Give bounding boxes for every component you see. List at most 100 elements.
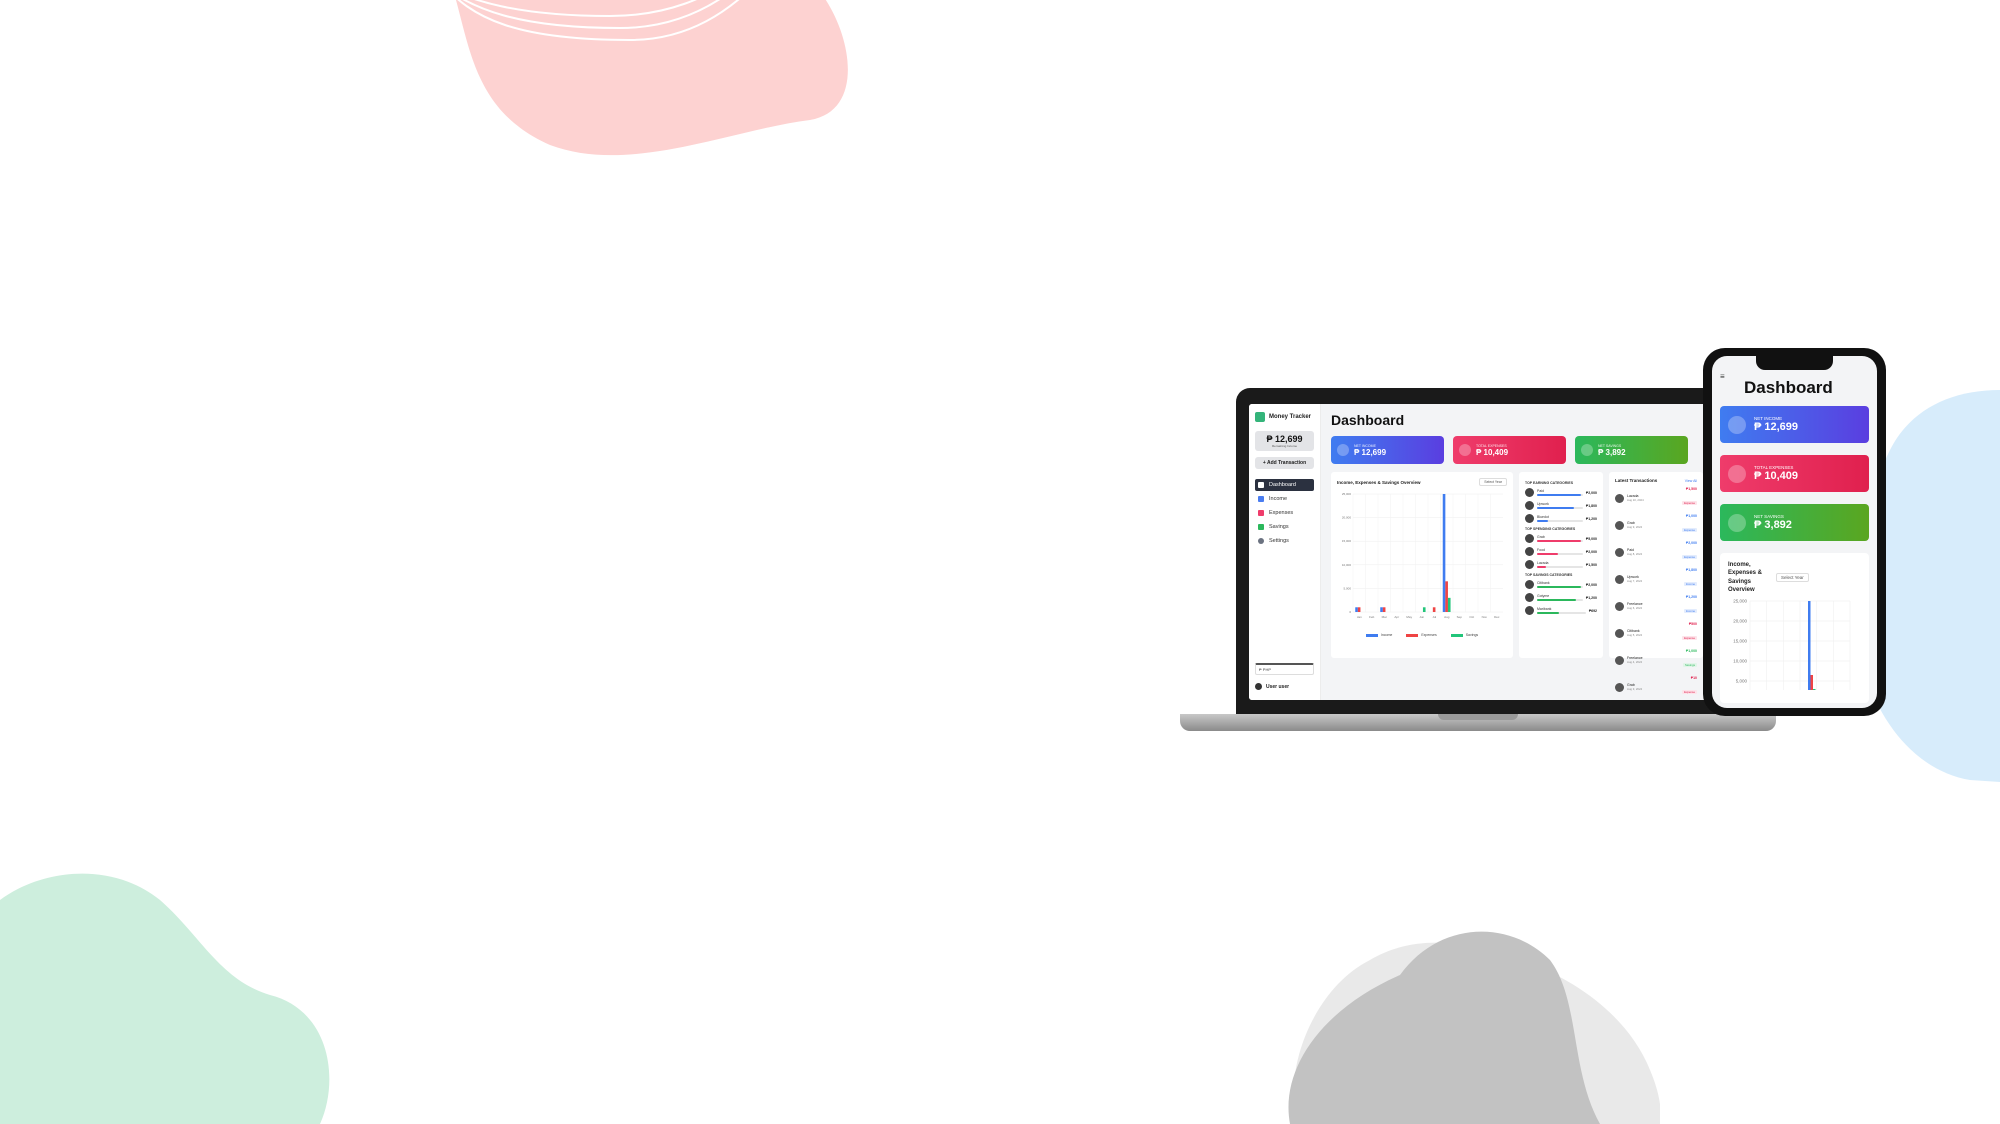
app-brand[interactable]: Money Tracker bbox=[1255, 412, 1314, 422]
category-name: Lazada bbox=[1537, 561, 1549, 565]
transaction-row[interactable]: Grab Aug 9, 2024 ₱1,000 Expense bbox=[1615, 514, 1697, 536]
transaction-row[interactable]: Freelance Aug 4, 2024 ₱1,000 Savings bbox=[1615, 649, 1697, 671]
category-body: Grab bbox=[1537, 535, 1583, 542]
category-name: Food bbox=[1537, 548, 1545, 552]
category-row[interactable]: Upwork ₱1,800 bbox=[1525, 501, 1597, 510]
add-transaction-button[interactable]: + Add Transaction bbox=[1255, 457, 1314, 469]
transaction-body: Paid Aug 8, 2024 bbox=[1627, 548, 1679, 556]
transaction-date: Aug 8, 2024 bbox=[1627, 552, 1643, 556]
transaction-type-badge: Income bbox=[1683, 582, 1697, 586]
x-tick-label: Nov bbox=[1482, 615, 1488, 619]
legend-swatch bbox=[1406, 633, 1419, 637]
currency-select[interactable]: ₱ PHP bbox=[1255, 663, 1314, 675]
spending-categories-list: Grab ₱5,000 Food ₱2,000 Lazada ₱1,500 bbox=[1525, 534, 1597, 569]
category-bar-fill bbox=[1537, 599, 1577, 601]
transaction-row[interactable]: Lazada Aug 10, 2024 ₱1,500 Expense bbox=[1615, 487, 1697, 509]
bar-income bbox=[1808, 600, 1811, 701]
category-body: Food bbox=[1537, 548, 1583, 555]
sidebar-item-income[interactable]: Income bbox=[1255, 493, 1314, 505]
sidebar-item-savings[interactable]: Savings bbox=[1255, 521, 1314, 533]
category-bar bbox=[1537, 507, 1583, 509]
transaction-date: Aug 4, 2024 bbox=[1627, 660, 1643, 664]
transaction-type-badge: Expense bbox=[1682, 690, 1697, 694]
transaction-body: Freelance Aug 6, 2024 bbox=[1627, 602, 1681, 610]
category-name: Gotyme bbox=[1537, 594, 1550, 598]
transaction-type-badge: Expense bbox=[1682, 555, 1697, 559]
user-profile[interactable]: User user bbox=[1255, 683, 1314, 690]
sidebar-item-expenses[interactable]: Expenses bbox=[1255, 507, 1314, 519]
transaction-row[interactable]: Freelance Aug 6, 2024 ₱1,200 Income bbox=[1615, 595, 1697, 617]
phone-year-select[interactable]: Select Year bbox=[1776, 573, 1809, 582]
category-row[interactable]: Bluedot ₱1,200 bbox=[1525, 514, 1597, 523]
bar-savings bbox=[1422, 607, 1426, 612]
transactions-title: Latest Transactions bbox=[1615, 478, 1658, 483]
transaction-row[interactable]: Upwork Aug 7, 2024 ₱1,800 Income bbox=[1615, 568, 1697, 590]
transaction-body: Lazada Aug 10, 2024 bbox=[1627, 494, 1679, 502]
transaction-amount: ₱1,000 bbox=[1685, 514, 1697, 518]
sidebar-item-dashboard[interactable]: Dashboard bbox=[1255, 479, 1314, 491]
transaction-row[interactable]: Grab Aug 3, 2024 ₱10 Expense bbox=[1615, 676, 1697, 698]
avatar bbox=[1255, 683, 1262, 690]
category-avatar bbox=[1525, 488, 1534, 497]
y-tick-label: 10,000 bbox=[1342, 563, 1352, 567]
category-avatar bbox=[1525, 547, 1534, 556]
transaction-amount: ₱1,800 bbox=[1685, 568, 1697, 572]
sidebar-item-settings[interactable]: Settings bbox=[1255, 535, 1314, 547]
legend-swatch bbox=[1450, 633, 1463, 637]
year-select[interactable]: Select Year bbox=[1479, 478, 1507, 486]
category-bar bbox=[1537, 520, 1583, 522]
transaction-amount: ₱2,000 bbox=[1685, 541, 1697, 545]
view-all-link[interactable]: View All bbox=[1685, 479, 1697, 483]
background-stage: Money Tracker ₱ 12,699 Remaining Income … bbox=[0, 0, 2000, 1124]
x-tick-label: Dec bbox=[1494, 615, 1500, 619]
category-bar bbox=[1537, 540, 1583, 542]
category-row[interactable]: Gotyme ₱1,200 bbox=[1525, 593, 1597, 602]
transaction-row[interactable]: Citibank Aug 5, 2024 ₱500 Expense bbox=[1615, 622, 1697, 644]
balance-card: ₱ 12,699 Remaining Income bbox=[1255, 431, 1314, 451]
transaction-date: Aug 10, 2024 bbox=[1627, 498, 1644, 502]
category-row[interactable]: Citibank ₱2,000 bbox=[1525, 580, 1597, 589]
x-tick-label: May bbox=[1406, 615, 1412, 619]
expenses-icon bbox=[1258, 510, 1264, 516]
y-tick-label: 20,000 bbox=[1342, 516, 1352, 520]
category-value: ₱2,000 bbox=[1585, 549, 1597, 554]
category-avatar bbox=[1525, 534, 1534, 543]
card-label: TOTAL EXPENSES bbox=[1476, 443, 1507, 448]
category-body: Upwork bbox=[1537, 502, 1583, 509]
y-tick-label: 5,000 bbox=[1736, 678, 1748, 683]
sidebar: Money Tracker ₱ 12,699 Remaining Income … bbox=[1249, 404, 1321, 700]
legend-swatch bbox=[1365, 633, 1378, 637]
category-row[interactable]: Grab ₱5,000 bbox=[1525, 534, 1597, 543]
transaction-amount: ₱1,200 bbox=[1685, 595, 1697, 599]
main-content: Dashboard NET INCOME ₱ 12,699 TOTAL EXPEN… bbox=[1321, 404, 1713, 700]
hamburger-menu-icon[interactable]: ≡ bbox=[1720, 372, 1725, 381]
phone-net-savings-card: NET SAVINGS ₱ 3,892 bbox=[1720, 504, 1869, 541]
category-row[interactable]: Food ₱2,000 bbox=[1525, 547, 1597, 556]
category-row[interactable]: Maribank ₱692 bbox=[1525, 606, 1597, 615]
savings-categories-title: TOP SAVINGS CATEGORIES bbox=[1525, 573, 1573, 577]
category-value: ₱692 bbox=[1588, 608, 1597, 613]
transaction-avatar bbox=[1615, 493, 1624, 503]
nav-label: Expenses bbox=[1269, 510, 1294, 516]
transaction-type-badge: Expense bbox=[1682, 528, 1697, 532]
pink-blob bbox=[455, 0, 848, 156]
legend-expenses: Expenses bbox=[1406, 633, 1437, 637]
legend-savings: Savings bbox=[1450, 633, 1478, 637]
user-name: User user bbox=[1266, 683, 1290, 690]
transaction-date: Aug 5, 2024 bbox=[1627, 633, 1643, 637]
y-tick-label: 15,000 bbox=[1342, 539, 1352, 543]
card-value: ₱ 10,409 bbox=[1754, 470, 1799, 482]
bar-expenses bbox=[1382, 607, 1386, 612]
overview-bar-chart: 25,000 20,000 15,000 10,000 5,000 0 Jan Feb Mar A… bbox=[1342, 492, 1503, 619]
category-body: Maribank bbox=[1537, 607, 1586, 614]
top-categories-panel: TOP EARNING CATEGORIES Paid ₱2,000 Upwork ₱… bbox=[1519, 472, 1603, 658]
category-name: Paid bbox=[1537, 489, 1545, 493]
category-row[interactable]: Lazada ₱1,500 bbox=[1525, 560, 1597, 569]
earning-categories-list: Paid ₱2,000 Upwork ₱1,800 Bluedot ₱1,200 bbox=[1525, 488, 1597, 523]
nav-label: Income bbox=[1269, 496, 1288, 502]
chart-title: Income, Expenses & Savings Overview bbox=[1337, 479, 1421, 485]
phone-total-expenses-card: TOTAL EXPENSES ₱ 10,409 bbox=[1720, 455, 1869, 492]
category-row[interactable]: Paid ₱2,000 bbox=[1525, 488, 1597, 497]
transaction-row[interactable]: Paid Aug 8, 2024 ₱2,000 Expense bbox=[1615, 541, 1697, 563]
page-title: Dashboard bbox=[1331, 412, 1405, 428]
